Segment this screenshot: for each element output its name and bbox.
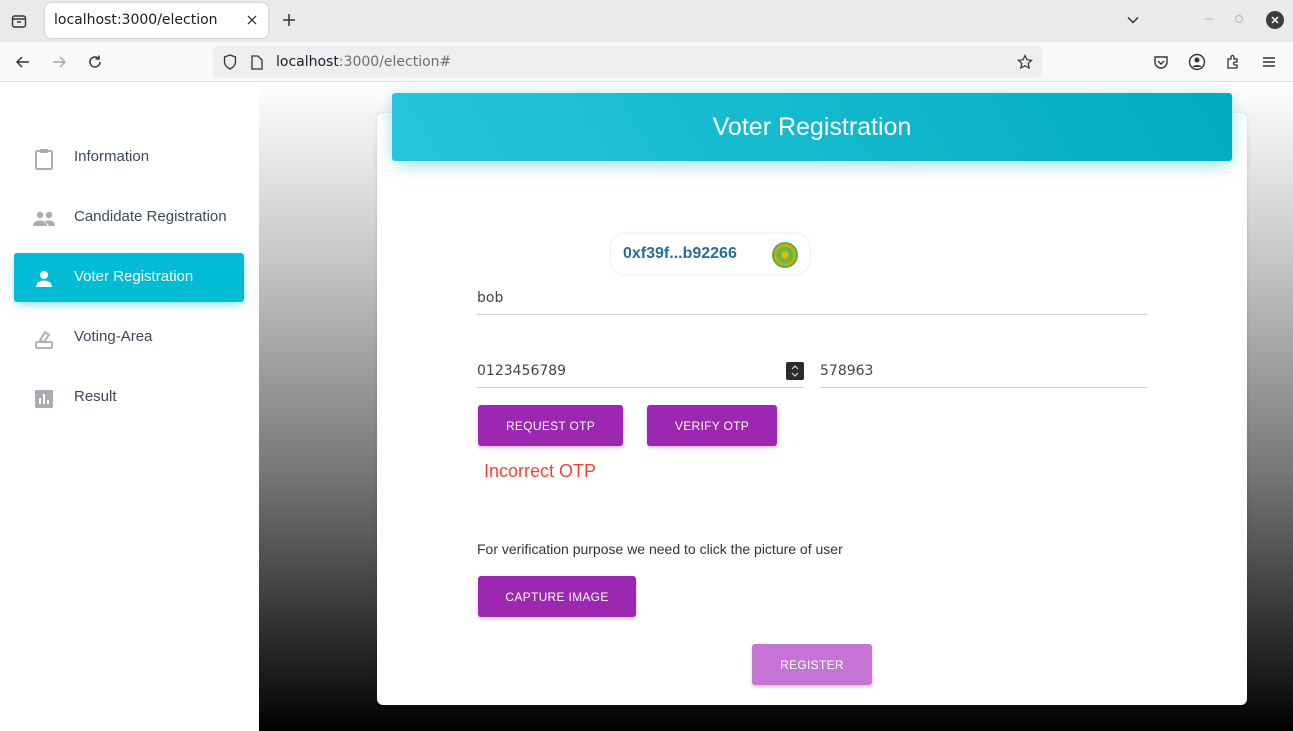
person-icon — [32, 267, 56, 291]
name-field[interactable]: bob — [477, 283, 1147, 315]
account-icon[interactable] — [1187, 52, 1207, 72]
request-otp-button[interactable]: REQUEST OTP — [478, 405, 623, 446]
wallet-address: 0xf39f...b92266 — [623, 245, 737, 262]
otp-error-message: Incorrect OTP — [484, 461, 597, 481]
verify-otp-button[interactable]: VERIFY OTP — [647, 405, 777, 446]
url-text[interactable]: localhost:3000/election# — [276, 54, 451, 70]
page-icon[interactable] — [249, 54, 265, 70]
sidebar-item-label: Information — [74, 148, 150, 165]
people-icon — [32, 207, 56, 231]
back-arrow-icon[interactable] — [13, 52, 33, 72]
bar-chart-icon — [32, 387, 56, 411]
sidebar-item-label: Result — [74, 388, 117, 405]
sidebar-item-candidate-registration[interactable]: Candidate Registration — [14, 193, 244, 242]
page-title: Voter Registration — [712, 112, 912, 141]
pocket-icon[interactable] — [1151, 52, 1171, 72]
browser-navbar: localhost:3000/election# — [0, 42, 1293, 82]
browser-tab[interactable]: localhost:3000/election — [45, 3, 268, 38]
menu-icon[interactable] — [1259, 52, 1279, 72]
new-tab-icon[interactable] — [279, 10, 299, 30]
window-close-icon[interactable] — [1266, 11, 1284, 29]
url-bar[interactable]: localhost:3000/election# — [213, 46, 1042, 78]
sidebar-item-information[interactable]: Information — [14, 133, 244, 182]
close-tab-icon[interactable] — [244, 12, 260, 28]
bookmark-star-icon[interactable] — [1016, 53, 1034, 71]
number-stepper[interactable] — [786, 362, 804, 380]
otp-value: 578963 — [820, 363, 874, 379]
registration-card: 0xf39f...b92266 bob 0123456789 578963 RE… — [377, 113, 1247, 705]
sidebar-item-voter-registration[interactable]: Voter Registration — [14, 253, 244, 302]
verification-hint: For verification purpose we need to clic… — [477, 541, 843, 557]
minimize-icon[interactable] — [1202, 12, 1216, 26]
tab-list-icon[interactable] — [8, 10, 30, 32]
register-button[interactable]: REGISTER — [752, 644, 872, 685]
sidebar-item-label: Voter Registration — [74, 268, 194, 285]
sidebar-item-label: Candidate Registration — [74, 208, 227, 225]
main-area: 0xf39f...b92266 bob 0123456789 578963 RE… — [259, 82, 1293, 731]
sidebar: Information Candidate Registration Voter… — [0, 82, 259, 731]
phone-value: 0123456789 — [477, 363, 567, 379]
reload-icon[interactable] — [85, 52, 105, 72]
ballot-icon — [32, 327, 56, 351]
extensions-icon[interactable] — [1223, 52, 1243, 72]
name-value: bob — [477, 290, 504, 306]
browser-tabbar: localhost:3000/election — [0, 0, 1293, 42]
chevron-down-icon[interactable] — [1124, 11, 1142, 29]
capture-image-button[interactable]: CAPTURE IMAGE — [478, 576, 636, 617]
shield-icon[interactable] — [222, 54, 238, 70]
phone-field[interactable]: 0123456789 — [477, 356, 804, 388]
page: Information Candidate Registration Voter… — [0, 82, 1293, 731]
maximize-icon[interactable] — [1232, 12, 1246, 26]
sidebar-item-result[interactable]: Result — [14, 373, 244, 422]
url-path: :3000/election# — [338, 54, 452, 70]
tab-title: localhost:3000/election — [54, 12, 218, 28]
forward-arrow-icon[interactable] — [49, 52, 69, 72]
otp-field[interactable]: 578963 — [820, 356, 1147, 388]
clipboard-icon — [32, 147, 56, 171]
sidebar-item-label: Voting-Area — [74, 328, 153, 345]
card-header: Voter Registration — [392, 93, 1232, 161]
sidebar-item-voting-area[interactable]: Voting-Area — [14, 313, 244, 362]
wallet-account-chip[interactable]: 0xf39f...b92266 — [611, 234, 809, 274]
url-host: localhost — [276, 54, 339, 70]
account-avatar-icon — [772, 242, 798, 268]
